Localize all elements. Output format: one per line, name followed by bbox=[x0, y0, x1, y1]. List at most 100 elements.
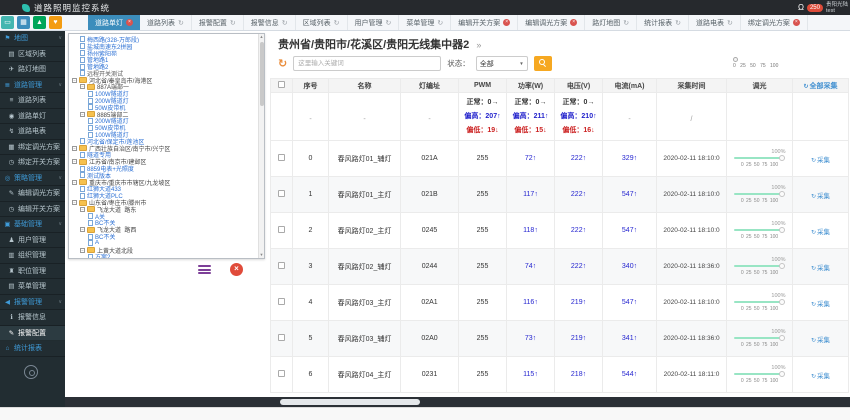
tree-node[interactable]: 红狮大道PLC bbox=[71, 192, 256, 199]
user-info[interactable]: 贵阳光陆 test bbox=[826, 2, 848, 14]
sidebar-item-菜单管理[interactable]: ▤菜单管理 bbox=[0, 279, 65, 295]
tree-close-button[interactable]: × bbox=[230, 263, 243, 276]
row-collect-link[interactable]: ↻采集 bbox=[811, 193, 830, 200]
bell-icon[interactable]: Ω bbox=[798, 0, 804, 15]
collapse-toggle-icon[interactable]: − bbox=[72, 146, 77, 151]
row-checkbox[interactable] bbox=[278, 334, 285, 341]
refresh-icon[interactable]: ↻ bbox=[727, 19, 733, 27]
tree-node[interactable]: 隧道专用 bbox=[71, 152, 256, 159]
sidebar-collapse-button[interactable] bbox=[24, 365, 38, 379]
tree-node[interactable]: −上黄大道北段 bbox=[71, 247, 256, 254]
sidebar-item-路灯地图[interactable]: ✈路灯地图 bbox=[0, 62, 65, 78]
refresh-icon[interactable]: ↻ bbox=[437, 19, 443, 27]
tab-道路列表[interactable]: 道路列表↻ bbox=[140, 15, 192, 30]
dim-handle[interactable] bbox=[779, 227, 785, 233]
row-collect-link[interactable]: ↻采集 bbox=[811, 301, 830, 308]
tree-node[interactable]: 盐城南速东2拼园 bbox=[71, 43, 256, 50]
close-icon[interactable]: × bbox=[503, 19, 510, 26]
tree-node[interactable]: A bbox=[71, 240, 256, 247]
dim-slider[interactable]: 100%0 25 50 75 100 bbox=[733, 365, 787, 384]
row-checkbox[interactable] bbox=[278, 190, 285, 197]
tree-node[interactable]: 管地路2 bbox=[71, 63, 256, 70]
collapse-toggle-icon[interactable]: − bbox=[72, 159, 77, 164]
up-button[interactable]: ▲ bbox=[33, 16, 46, 29]
tab-菜单管理[interactable]: 菜单管理↻ bbox=[399, 15, 451, 30]
tree-node[interactable]: 50W皮带机 bbox=[71, 124, 256, 131]
grid-button[interactable]: ▦ bbox=[17, 16, 30, 29]
sidebar-item-用户管理[interactable]: ♟用户管理 bbox=[0, 233, 65, 249]
tree-node[interactable]: 梅西路(328-万郎段) bbox=[71, 36, 256, 43]
tree-node[interactable]: −飞龙大道_路西 bbox=[71, 226, 256, 233]
row-checkbox[interactable] bbox=[278, 298, 285, 305]
refresh-icon[interactable]: ↻ bbox=[278, 57, 287, 71]
tab-编辑开关方案[interactable]: 编辑开关方案× bbox=[451, 15, 518, 30]
tree-node[interactable]: −广西壮族自治区/南宁市/兴宁区 bbox=[71, 145, 256, 152]
scroll-thumb[interactable] bbox=[260, 42, 264, 106]
tree-node[interactable]: −887A端部一 bbox=[71, 84, 256, 91]
row-collect-link[interactable]: ↻采集 bbox=[811, 265, 830, 272]
minimize-button[interactable]: ▭ bbox=[1, 16, 14, 29]
sidebar-item-道路列表[interactable]: ≡道路列表 bbox=[0, 93, 65, 109]
tree-scrollbar[interactable]: ▲ ▼ bbox=[258, 34, 264, 258]
tree-list-button[interactable] bbox=[198, 265, 211, 276]
tree-node[interactable]: 200W隧道灯 bbox=[71, 118, 256, 125]
favorite-button[interactable]: ♥ bbox=[49, 16, 62, 29]
collapse-toggle-icon[interactable]: − bbox=[72, 180, 77, 185]
refresh-icon[interactable]: ↻ bbox=[675, 19, 681, 27]
tree-node[interactable]: 100W隧道灯 bbox=[71, 131, 256, 138]
tree-node[interactable]: −8885端部二 bbox=[71, 111, 256, 118]
tree-node[interactable]: 河北省/保定市/莲池区 bbox=[71, 138, 256, 145]
tree-node[interactable]: BC不关 bbox=[71, 220, 256, 227]
collapse-toggle-icon[interactable]: − bbox=[72, 200, 77, 205]
refresh-icon[interactable]: ↻ bbox=[334, 19, 340, 27]
sidebar-item-报警信息[interactable]: ℹ报警信息 bbox=[0, 310, 65, 326]
dim-handle[interactable] bbox=[779, 335, 785, 341]
tab-报警配置[interactable]: 报警配置↻ bbox=[192, 15, 244, 30]
close-icon[interactable]: × bbox=[570, 19, 577, 26]
sidebar-item-编辑开关方案[interactable]: ◷编辑开关方案 bbox=[0, 202, 65, 218]
tree-node[interactable]: 50W皮带机 bbox=[71, 104, 256, 111]
row-collect-link[interactable]: ↻采集 bbox=[811, 337, 830, 344]
search-button[interactable] bbox=[534, 56, 552, 71]
row-checkbox[interactable] bbox=[278, 370, 285, 377]
dim-slider[interactable]: 100%0 25 50 75 100 bbox=[733, 185, 787, 204]
collapse-toggle-icon[interactable]: − bbox=[80, 84, 85, 89]
dim-slider[interactable]: 100%0 25 50 75 100 bbox=[733, 149, 787, 168]
tab-统计报表[interactable]: 统计报表↻ bbox=[637, 15, 689, 30]
tab-编辑调光方案[interactable]: 编辑调光方案× bbox=[518, 15, 585, 30]
close-icon[interactable]: × bbox=[793, 19, 800, 26]
dim-handle[interactable] bbox=[779, 371, 785, 377]
refresh-icon[interactable]: ↻ bbox=[623, 19, 629, 27]
row-checkbox[interactable] bbox=[278, 262, 285, 269]
sidebar-item-职位管理[interactable]: ♜职位管理 bbox=[0, 264, 65, 280]
notification-badge[interactable]: 250 bbox=[807, 4, 823, 12]
tab-路灯地图[interactable]: 路灯地图↻ bbox=[585, 15, 637, 30]
tree-node[interactable]: 管地路1 bbox=[71, 56, 256, 63]
horizontal-scroll-thumb[interactable] bbox=[280, 399, 420, 405]
select-all-checkbox[interactable] bbox=[278, 81, 285, 88]
tree-node[interactable]: −山东省/枣庄市/滕州市 bbox=[71, 199, 256, 206]
sidebar-group-策略管理[interactable]: ◎策略管理∨ bbox=[0, 171, 65, 187]
refresh-icon[interactable]: ↻ bbox=[282, 19, 288, 27]
row-checkbox[interactable] bbox=[278, 154, 285, 161]
dim-slider[interactable]: 100%0 25 50 75 100 bbox=[733, 329, 787, 348]
tree-node[interactable]: 100W隧道灯 bbox=[71, 90, 256, 97]
refresh-icon[interactable]: ↻ bbox=[230, 19, 236, 27]
collapse-toggle-icon[interactable]: − bbox=[72, 78, 77, 83]
tree-node[interactable]: 8859电表+光照度 bbox=[71, 165, 256, 172]
dim-slider[interactable]: 100%0 25 50 75 100 bbox=[733, 293, 787, 312]
tree-node[interactable]: 方案2 bbox=[71, 254, 256, 260]
row-collect-link[interactable]: ↻采集 bbox=[811, 157, 830, 164]
tree-node[interactable]: 扬州紫阳苑 bbox=[71, 50, 256, 57]
sidebar-group-地图[interactable]: ⚑地图∨ bbox=[0, 31, 65, 47]
sidebar-item-道路单灯[interactable]: ◉道路单灯 bbox=[0, 109, 65, 125]
tab-区域列表[interactable]: 区域列表↻ bbox=[296, 15, 348, 30]
tree-node[interactable]: BC不关 bbox=[71, 233, 256, 240]
dim-handle[interactable] bbox=[779, 299, 785, 305]
sidebar-item-道路电表[interactable]: ↯道路电表 bbox=[0, 124, 65, 140]
tree-node[interactable]: 测试版本 bbox=[71, 172, 256, 179]
dim-handle[interactable] bbox=[779, 155, 785, 161]
sidebar-group-道路管理[interactable]: ≣道路管理∨ bbox=[0, 78, 65, 94]
collapse-toggle-icon[interactable]: − bbox=[80, 227, 85, 232]
collapse-toggle-icon[interactable]: − bbox=[80, 248, 85, 253]
